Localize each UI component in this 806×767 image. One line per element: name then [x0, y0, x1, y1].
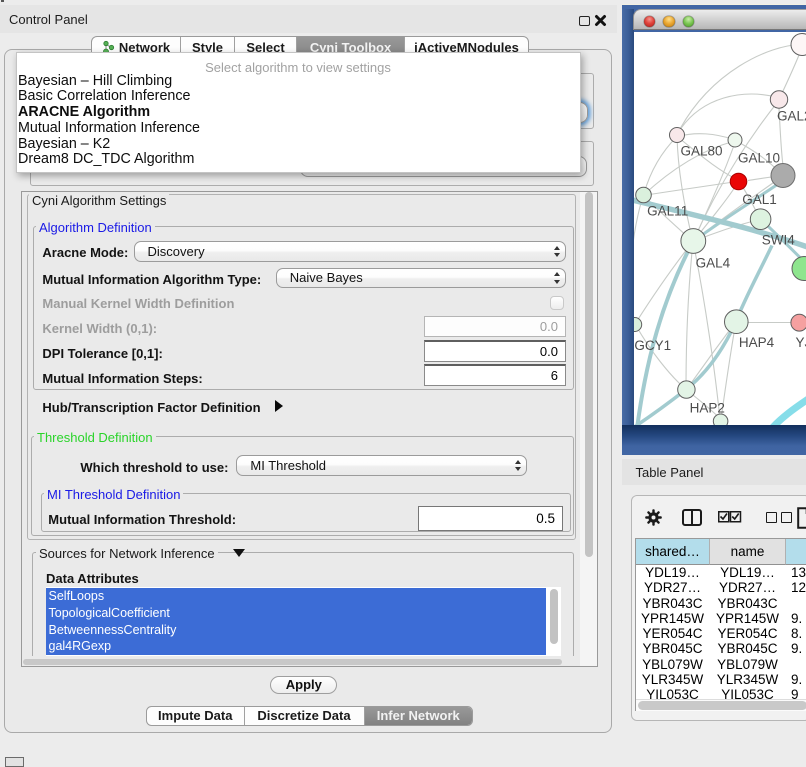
svg-text:GAL10: GAL10: [738, 150, 780, 165]
svg-text:GAL4: GAL4: [696, 255, 731, 270]
svg-text:GAL80: GAL80: [680, 143, 722, 158]
svg-text:GCY1: GCY1: [634, 338, 671, 353]
svg-text:HAP4: HAP4: [739, 335, 775, 350]
svg-text:YJL: YJL: [796, 335, 806, 350]
svg-text:GAL1: GAL1: [742, 192, 777, 207]
svg-text:GAL2: GAL2: [777, 108, 806, 123]
svg-text:GAL11: GAL11: [647, 203, 688, 218]
svg-text:HAP2: HAP2: [690, 400, 725, 415]
svg-text:SWI4: SWI4: [762, 232, 795, 247]
